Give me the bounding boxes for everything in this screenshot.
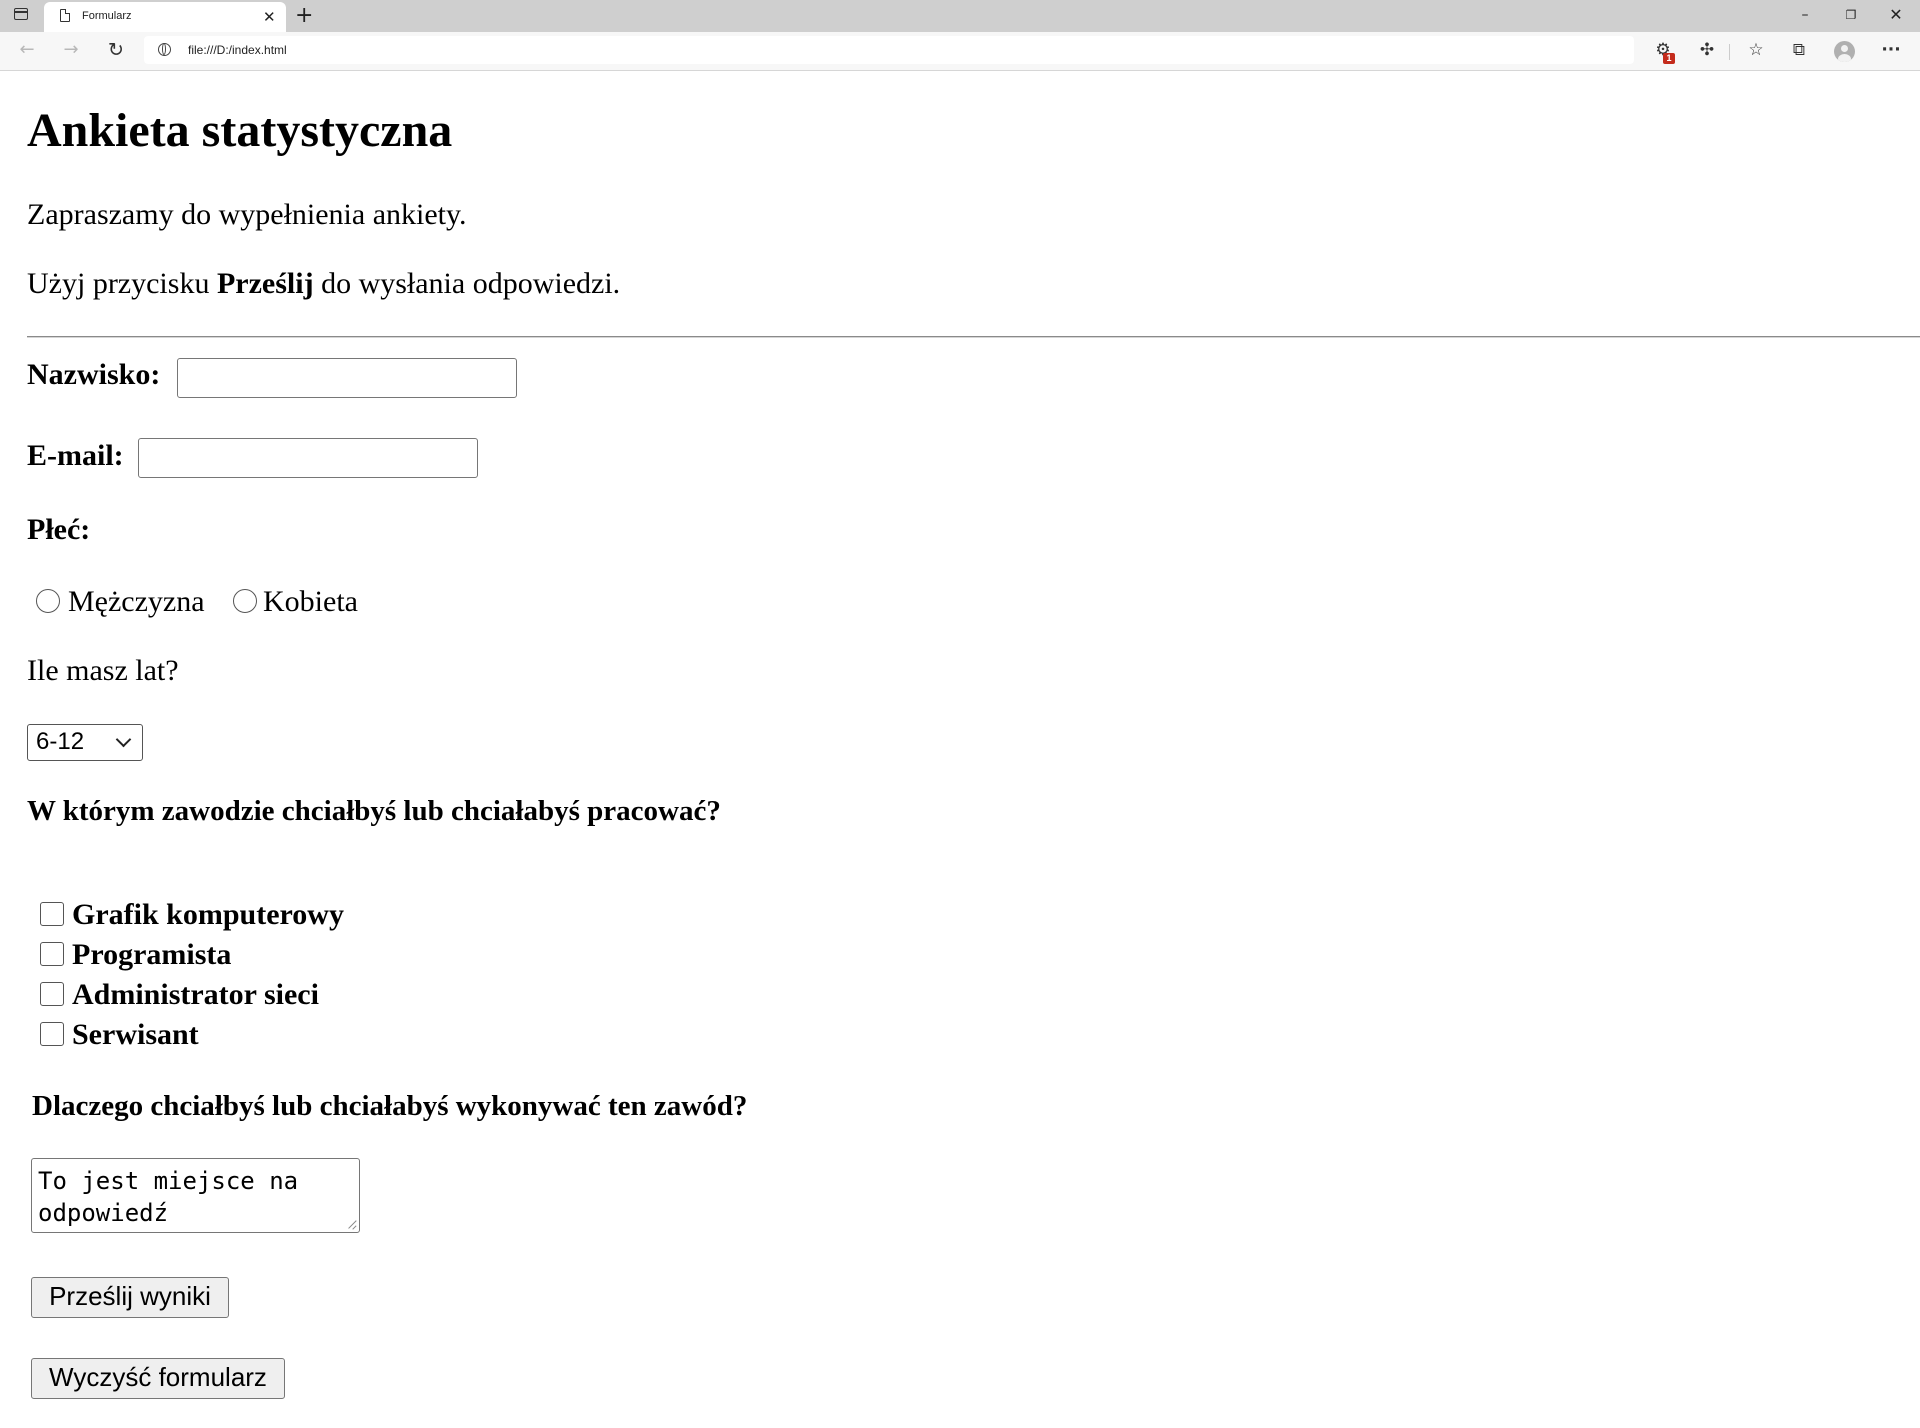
age-select-value: 6-12 — [36, 728, 85, 755]
job-checkbox-programista[interactable] — [40, 942, 64, 966]
window-close-icon[interactable]: ✕ — [1881, 6, 1911, 24]
job-checkbox-grafik[interactable] — [40, 902, 64, 926]
address-bar[interactable]: file:///D:/index.html — [144, 36, 1634, 64]
new-tab-icon[interactable]: + — [295, 3, 313, 29]
instruction-text: Użyj przycisku Prześlij do wysłania odpo… — [27, 266, 620, 302]
age-question: Ile masz lat? — [27, 654, 179, 687]
submit-button[interactable]: Prześlij wyniki — [31, 1277, 229, 1318]
globe-icon — [158, 43, 171, 56]
toolbar-divider — [1729, 44, 1730, 60]
chevron-down-icon — [115, 731, 132, 748]
instruction-before: Użyj przycisku — [27, 267, 217, 300]
tab-close-icon[interactable]: ✕ — [263, 8, 276, 26]
horizontal-rule — [27, 336, 1920, 338]
profile-icon[interactable] — [1834, 41, 1855, 62]
surname-label: Nazwisko: — [27, 358, 161, 391]
instruction-after: do wysłania odpowiedzi. — [313, 267, 621, 300]
job-label-administrator[interactable]: Administrator sieci — [72, 977, 319, 1013]
job-question: W którym zawodzie chciałbyś lub chciałab… — [27, 795, 721, 827]
browser-toolbar: ← → ↻ file:///D:/index.html ⚙ 1 ✣ ☆ ⧉ ··… — [0, 32, 1920, 71]
gender-female-radio[interactable] — [233, 589, 257, 613]
intro-text: Zapraszamy do wypełnienia ankiety. — [27, 198, 467, 231]
surname-input[interactable] — [177, 358, 517, 398]
page-icon — [60, 9, 70, 22]
job-checkbox-serwisant[interactable] — [40, 1022, 64, 1046]
extension-badge: 1 — [1663, 53, 1675, 64]
favorites-icon[interactable]: ☆ — [1744, 39, 1768, 61]
back-icon[interactable]: ← — [14, 38, 40, 62]
email-label: E-mail: — [27, 439, 124, 472]
job-label-programista[interactable]: Programista — [72, 937, 231, 973]
collections-icon[interactable]: ⧉ — [1787, 39, 1811, 61]
resize-grip-icon[interactable] — [348, 1220, 357, 1229]
tab-actions-icon[interactable] — [14, 8, 28, 20]
minimize-icon[interactable]: – — [1790, 6, 1820, 24]
instruction-bold: Prześlij — [216, 267, 314, 300]
page-content: Ankieta statystyczna Zapraszamy do wypeł… — [0, 71, 1920, 1428]
email-input[interactable] — [138, 438, 478, 478]
tab-strip: Formularz ✕ + – ❐ ✕ — [0, 0, 1920, 32]
restore-icon[interactable]: ❐ — [1836, 6, 1866, 24]
reload-icon[interactable]: ↻ — [103, 38, 129, 62]
more-icon[interactable]: ··· — [1879, 39, 1903, 61]
job-checkbox-administrator[interactable] — [40, 982, 64, 1006]
gender-male-radio[interactable] — [36, 589, 60, 613]
job-label-serwisant[interactable]: Serwisant — [72, 1017, 199, 1053]
tab-title: Formularz — [82, 10, 132, 22]
age-select[interactable]: 6-12 — [27, 724, 143, 761]
reset-button[interactable]: Wyczyść formularz — [31, 1358, 285, 1399]
job-label-grafik[interactable]: Grafik komputerowy — [72, 897, 344, 933]
gender-female-label[interactable]: Kobieta — [263, 584, 358, 620]
forward-icon[interactable]: → — [58, 38, 84, 62]
why-question: Dlaczego chciałbyś lub chciałabyś wykony… — [32, 1090, 748, 1122]
browser-tab[interactable]: Formularz ✕ — [44, 2, 286, 32]
page-title: Ankieta statystyczna — [27, 104, 453, 157]
puzzle-icon[interactable]: ✣ — [1695, 39, 1719, 61]
gender-label: Płeć: — [27, 513, 91, 546]
url-text[interactable]: file:///D:/index.html — [188, 43, 287, 57]
why-textarea[interactable]: To jest miejsce na odpowiedź — [31, 1158, 360, 1233]
gender-male-label[interactable]: Mężczyzna — [68, 584, 205, 620]
